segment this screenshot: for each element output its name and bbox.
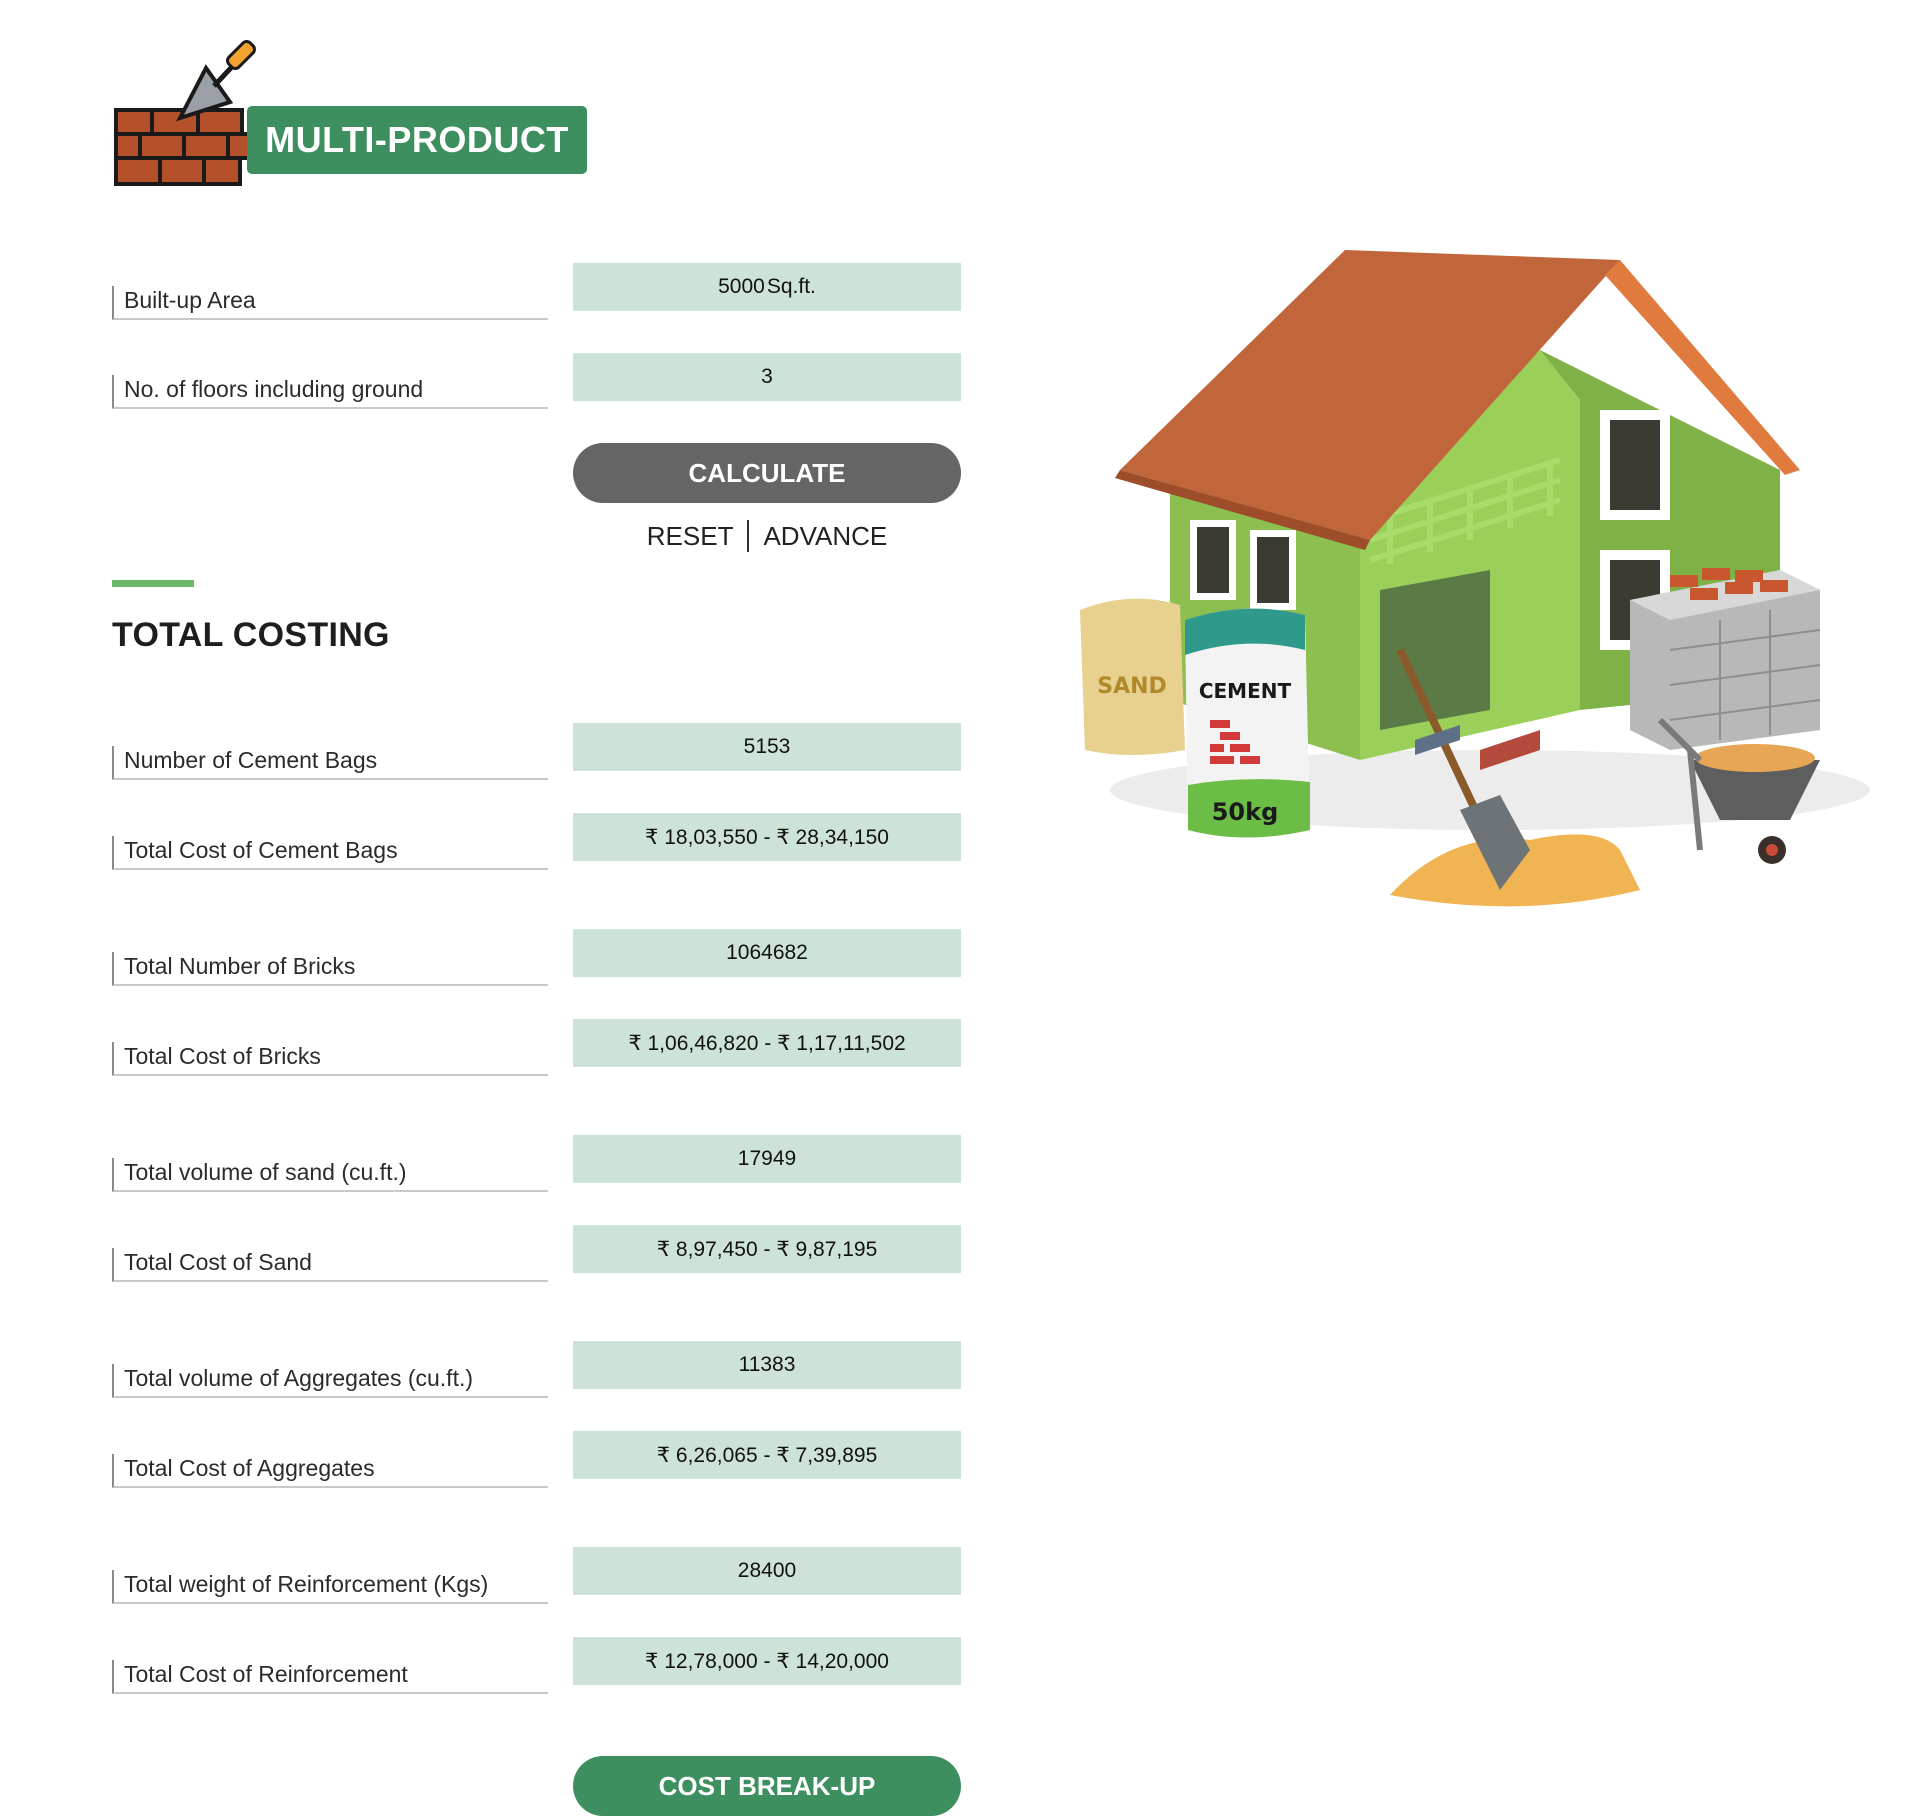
house-construction-illustration: SAND CEMENT 50kg [1080,250,1870,907]
heading-accent-bar [112,580,194,587]
advance-link[interactable]: ADVANCE [763,521,887,552]
sand-bag-label: SAND [1097,674,1167,699]
result-value: 5153 [573,723,961,771]
result-value: 17949 [573,1135,961,1183]
built-up-area-input[interactable]: 5000 Sq.ft. [573,263,961,311]
cement-bag: CEMENT 50kg [1185,608,1310,838]
result-label: Total volume of Aggregates (cu.ft.) [112,1364,548,1398]
form-links: RESET ADVANCE [573,516,961,556]
floors-input[interactable]: 3 [573,353,961,401]
brand-logo: MULTI-PRODUCT [112,36,592,196]
floors-label: No. of floors including ground [112,375,548,409]
result-label: Number of Cement Bags [112,746,548,780]
result-label: Total Cost of Cement Bags [112,836,548,870]
window [1610,420,1660,510]
sand-bag: SAND [1080,598,1185,755]
result-label: Total Cost of Bricks [112,1042,548,1076]
calculate-button[interactable]: CALCULATE [573,443,961,503]
built-up-area-unit: Sq.ft. [766,275,816,298]
result-value: ₹ 12,78,000 - ₹ 14,20,000 [573,1637,961,1685]
cement-weight-label: 50kg [1212,798,1279,826]
total-costing-heading: TOTAL COSTING [112,616,390,654]
window [1197,527,1229,593]
result-value: ₹ 6,26,065 - ₹ 7,39,895 [573,1431,961,1479]
link-divider [747,520,750,552]
result-value: 28400 [573,1547,961,1595]
result-value: 11383 [573,1341,961,1389]
doorway [1380,570,1490,730]
result-label: Total Cost of Sand [112,1248,548,1282]
window [1257,537,1289,603]
cost-breakup-button[interactable]: COST BREAK-UP [573,1756,961,1816]
result-value: ₹ 1,06,46,820 - ₹ 1,17,11,502 [573,1019,961,1067]
result-value: 1064682 [573,929,961,977]
result-label: Total weight of Reinforcement (Kgs) [112,1570,548,1604]
built-up-area-label: Built-up Area [112,286,548,320]
result-label: Total Cost of Aggregates [112,1454,548,1488]
result-value: ₹ 8,97,450 - ₹ 9,87,195 [573,1225,961,1273]
result-label: Total volume of sand (cu.ft.) [112,1158,548,1192]
cement-bag-label: CEMENT [1199,679,1292,703]
logo-text: MULTI-PRODUCT [247,106,587,174]
result-label: Total Number of Bricks [112,952,548,986]
reset-link[interactable]: RESET [647,521,734,552]
result-value: ₹ 18,03,550 - ₹ 28,34,150 [573,813,961,861]
result-label: Total Cost of Reinforcement [112,1660,548,1694]
built-up-area-value: 5000 [718,275,765,298]
